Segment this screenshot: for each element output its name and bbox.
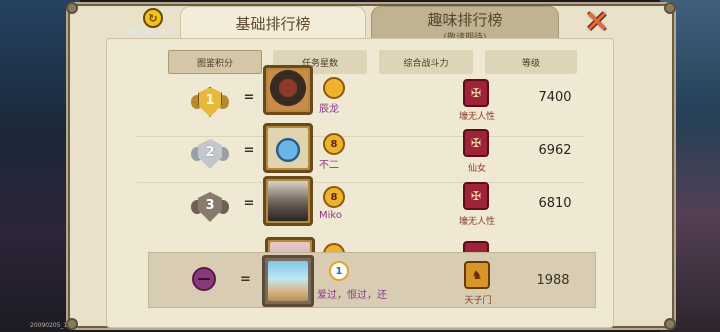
avatar-image	[268, 261, 308, 301]
build-version: 20090205_1	[30, 322, 68, 329]
equals-sign: =	[243, 90, 255, 105]
close-icon[interactable]: ✕	[583, 8, 611, 38]
panel-rivet	[66, 318, 78, 330]
my-score-value: 1988	[536, 273, 570, 288]
refresh-timer: 00:36:43	[128, 28, 173, 38]
guild-emblem-icon: ✠	[463, 79, 489, 107]
guild-name: 壕无人性	[458, 112, 495, 122]
guild-name: 仙女	[467, 164, 486, 174]
my-level-badge: 1	[329, 261, 349, 281]
player-avatar[interactable]	[263, 176, 313, 226]
player-level-badge	[323, 77, 345, 99]
player-level-badge: 8	[323, 186, 345, 208]
refresh-icon[interactable]: ↻	[143, 8, 163, 28]
my-player-name: 爱过，恨过，还	[317, 290, 387, 301]
rank-number: 1	[205, 93, 215, 108]
player-avatar[interactable]	[263, 123, 313, 173]
guild-emblem-icon: ♞	[464, 261, 490, 289]
tab-fun-ranking[interactable]: 趣味排行榜 (敬请期待)	[371, 6, 559, 43]
score-value: 7400	[538, 90, 572, 105]
panel-rivet	[66, 2, 78, 14]
tab-basic-ranking[interactable]: 基础排行榜	[180, 6, 366, 42]
player-name: 辰龙	[319, 104, 339, 115]
player-level-badge: 8	[323, 133, 345, 155]
rank-medal-silver: 2	[191, 139, 229, 173]
column-label: 等级	[521, 58, 540, 69]
column-combat-power[interactable]: 综合战斗力	[379, 50, 473, 74]
column-level[interactable]: 等级	[485, 50, 577, 74]
ranking-row[interactable]: 2 = 8 不二 ✠ 仙女 6962	[107, 123, 613, 183]
tab-basic-label: 基础排行榜	[235, 15, 311, 33]
avatar-image	[268, 181, 308, 221]
tab-fun-label: 趣味排行榜	[427, 11, 503, 29]
score-value: 6962	[538, 143, 572, 158]
rank-medal-gold: 1	[191, 87, 229, 121]
player-name: Miko	[319, 210, 342, 221]
equals-sign: =	[243, 143, 255, 158]
my-rank-icon	[192, 267, 216, 291]
avatar-image	[268, 70, 308, 110]
guild-emblem-icon: ✠	[463, 182, 489, 210]
column-label: 图鉴积分	[196, 58, 233, 69]
rank-number: 3	[205, 198, 215, 213]
guild-name: 壕无人性	[458, 217, 495, 227]
equals-sign: =	[243, 196, 255, 211]
my-avatar[interactable]	[262, 255, 314, 307]
equals-sign: =	[240, 272, 251, 287]
player-avatar[interactable]	[263, 65, 313, 115]
ranking-row[interactable]: 3 = 8 Miko ✠ 壕无人性 6810	[107, 176, 613, 236]
guild-emblem-icon: ✠	[463, 129, 489, 157]
column-collection-score[interactable]: 图鉴积分	[168, 50, 262, 74]
panel-rivet	[664, 318, 676, 330]
rank-medal-bronze: 3	[191, 192, 229, 226]
player-name: 不二	[319, 160, 339, 171]
panel-rivet	[664, 2, 676, 14]
rank-number: 2	[205, 145, 215, 160]
score-value: 6810	[538, 196, 572, 211]
column-label: 综合战斗力	[403, 58, 449, 69]
avatar-image	[268, 128, 308, 168]
my-guild-name: 天子门	[464, 296, 492, 306]
my-ranking-row[interactable]: = 1 爱过，恨过，还 ♞ 天子门 1988	[148, 252, 596, 308]
